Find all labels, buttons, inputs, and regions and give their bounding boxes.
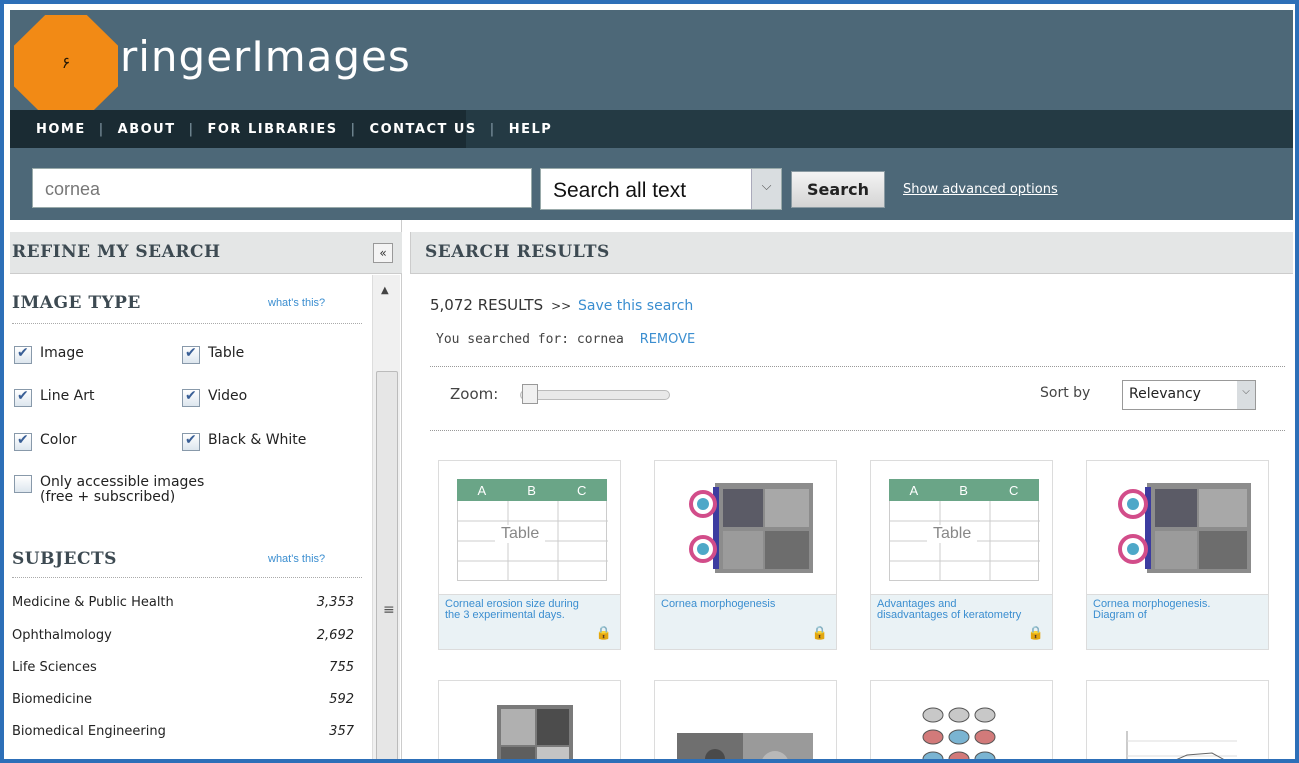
result-caption[interactable]: Cornea morphogenesis. Diagram of xyxy=(1087,594,1268,649)
table-thumbnail[interactable]: A B C Table xyxy=(871,461,1052,594)
filter-color[interactable]: Color xyxy=(14,432,77,451)
subjects-help-link[interactable]: what's this? xyxy=(268,553,325,565)
results-title: SEARCH RESULTS xyxy=(425,242,610,262)
image-type-title: IMAGE TYPE xyxy=(12,293,141,313)
results-panel: SEARCH RESULTS 5,072 RESULTS >> Save this… xyxy=(410,220,1293,761)
zoom-slider-handle[interactable] xyxy=(522,384,538,404)
nav-about[interactable]: ABOUT xyxy=(118,122,176,137)
filter-accessible-only[interactable]: Only accessible images (free + subscribe… xyxy=(14,475,204,505)
nav-contact-us[interactable]: CONTACT US xyxy=(370,122,477,137)
result-caption[interactable]: Corneal erosion size during the 3 experi… xyxy=(439,594,620,649)
advanced-options-link[interactable]: Show advanced options xyxy=(903,182,1058,197)
checkbox[interactable] xyxy=(182,388,200,407)
micrograph-thumbnail[interactable] xyxy=(1087,461,1268,594)
subject-item[interactable]: Medicine & Public Health 3,353 xyxy=(12,595,354,615)
sort-select[interactable]: Relevancy ⌵ xyxy=(1122,380,1256,410)
subject-item[interactable]: Life Sciences 755 xyxy=(12,660,354,680)
refine-title: REFINE MY SEARCH xyxy=(12,242,221,262)
lock-icon: 🔒 xyxy=(1027,626,1044,641)
remove-term-link[interactable]: REMOVE xyxy=(640,332,696,347)
micrograph-thumbnail[interactable] xyxy=(439,681,620,761)
chevron-down-icon[interactable]: ⌵ xyxy=(1237,381,1255,409)
grip-icon: ≡ xyxy=(383,602,395,618)
filter-table[interactable]: Table xyxy=(182,345,244,364)
annotation-badge: ۶ xyxy=(14,15,118,117)
checkbox[interactable] xyxy=(14,388,32,407)
nav-for-libraries[interactable]: FOR LIBRARIES xyxy=(207,122,337,137)
checkbox[interactable] xyxy=(182,432,200,451)
subject-item[interactable]: Ophthalmology 2,692 xyxy=(12,628,354,648)
nav-home[interactable]: HOME xyxy=(36,122,86,137)
result-caption[interactable]: Advantages and disadvantages of keratome… xyxy=(871,594,1052,649)
searched-for-line: You searched for: cornea REMOVE xyxy=(436,332,696,347)
site-header: ringerImages ۶ HOME | ABOUT | FOR LIBRAR… xyxy=(10,10,1293,220)
refine-panel: REFINE MY SEARCH « IMAGE TYPE what's thi… xyxy=(10,220,402,759)
result-card[interactable] xyxy=(654,680,837,761)
site-logo[interactable]: ringerImages xyxy=(120,32,411,81)
result-card[interactable]: A B C Table xyxy=(870,460,1053,650)
filter-line-art[interactable]: Line Art xyxy=(14,388,94,407)
checkbox[interactable] xyxy=(14,432,32,451)
double-chevron-left-icon[interactable]: « xyxy=(373,243,393,263)
search-input[interactable]: cornea xyxy=(32,168,532,208)
chart-thumbnail[interactable] xyxy=(1087,681,1268,761)
search-scope-value: Search all text xyxy=(553,179,687,202)
sort-label: Sort by xyxy=(1040,385,1091,401)
scroll-up-arrow-icon[interactable]: ▲ xyxy=(381,285,389,296)
main-nav: HOME | ABOUT | FOR LIBRARIES | CONTACT U… xyxy=(10,110,1293,148)
subject-item[interactable]: Biomedical Engineering 357 xyxy=(12,724,354,744)
results-header: SEARCH RESULTS xyxy=(410,232,1293,274)
refine-header: REFINE MY SEARCH « xyxy=(10,232,402,274)
table-thumbnail[interactable]: A B C Table xyxy=(439,461,620,594)
search-scope-select[interactable]: Search all text ⌵ xyxy=(540,168,782,210)
searched-term: cornea xyxy=(576,332,624,347)
diagram-thumbnail[interactable] xyxy=(871,681,1052,761)
filter-video[interactable]: Video xyxy=(182,388,247,407)
result-card[interactable] xyxy=(1086,680,1269,761)
subjects-title: SUBJECTS xyxy=(12,549,117,569)
result-card[interactable]: A B C Table xyxy=(438,460,621,650)
checkbox[interactable] xyxy=(14,475,32,493)
subject-item[interactable]: Biomedicine 592 xyxy=(12,692,354,712)
scrollbar-thumb[interactable]: ≡ xyxy=(376,371,398,759)
zoom-label: Zoom: xyxy=(450,385,499,403)
refine-scroll-area: IMAGE TYPE what's this? Image Table Line… xyxy=(10,275,402,759)
result-card[interactable] xyxy=(870,680,1053,761)
search-button[interactable]: Search xyxy=(791,171,885,208)
result-caption[interactable]: Cornea morphogenesis xyxy=(655,594,836,649)
lock-icon: 🔒 xyxy=(595,626,612,641)
micrograph-thumbnail[interactable] xyxy=(655,461,836,594)
checkbox[interactable] xyxy=(14,345,32,364)
nav-help[interactable]: HELP xyxy=(509,122,553,137)
result-card[interactable] xyxy=(438,680,621,761)
save-search-link[interactable]: Save this search xyxy=(578,298,693,314)
results-count: 5,072 RESULTS xyxy=(430,296,544,314)
screenshot-frame: ringerImages ۶ HOME | ABOUT | FOR LIBRAR… xyxy=(0,0,1299,763)
result-card[interactable]: Cornea morphogenesis. Diagram of xyxy=(1086,460,1269,650)
chevron-down-icon[interactable]: ⌵ xyxy=(751,169,781,209)
micrograph-thumbnail[interactable] xyxy=(655,681,836,761)
filter-black-white[interactable]: Black & White xyxy=(182,432,306,451)
image-type-help-link[interactable]: what's this? xyxy=(268,297,325,309)
results-count-line: 5,072 RESULTS >> Save this search xyxy=(430,296,694,314)
lock-icon: 🔒 xyxy=(811,626,828,641)
refine-scrollbar[interactable]: ▲ ≡ xyxy=(372,275,400,759)
result-card[interactable]: Cornea morphogenesis 🔒 xyxy=(654,460,837,650)
filter-image[interactable]: Image xyxy=(14,345,84,364)
badge-number: ۶ xyxy=(61,52,71,72)
checkbox[interactable] xyxy=(182,345,200,364)
zoom-slider[interactable] xyxy=(520,390,670,400)
